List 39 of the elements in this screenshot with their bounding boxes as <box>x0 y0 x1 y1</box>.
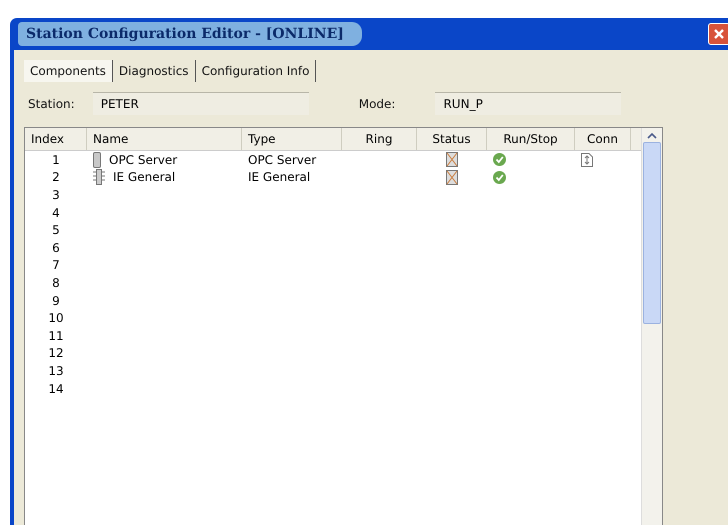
index-cell-text: 7 <box>51 258 61 272</box>
mode-label: Mode: <box>358 96 396 110</box>
scroll-up-icon[interactable] <box>647 132 657 140</box>
column-header[interactable]: Index <box>25 128 87 150</box>
type-text: IE General <box>248 170 310 184</box>
name-text: IE General <box>113 170 176 184</box>
column-header[interactable]: Conn <box>575 128 631 150</box>
tab[interactable]: Components <box>24 60 113 82</box>
tab[interactable]: Diagnostics <box>112 60 196 82</box>
index-cell-text: 12 <box>47 346 65 360</box>
mode-field: RUN_P <box>435 92 622 115</box>
column-header[interactable]: Name <box>87 128 242 150</box>
index-cell-text: 3 <box>51 188 61 202</box>
column-header[interactable]: Ring <box>342 128 417 150</box>
index-cell-text: 9 <box>51 294 61 308</box>
tab[interactable]: Configuration Info <box>196 60 316 82</box>
station-label: Station: <box>28 96 75 110</box>
index-cell-text: 5 <box>51 223 61 238</box>
column-header[interactable]: Run/Stop <box>487 128 575 150</box>
index-cell-text: 1 <box>51 152 61 167</box>
column-header[interactable]: Status <box>417 128 487 150</box>
window-title: Station Configuration Editor - [ONLINE] <box>18 22 362 46</box>
index-cell-text: 14 <box>47 382 65 396</box>
close-button[interactable] <box>708 23 728 45</box>
station-field: PETER <box>92 92 309 115</box>
column-header[interactable]: Type <box>242 128 342 150</box>
scrollbar[interactable] <box>641 128 662 525</box>
index-cell-text: 8 <box>51 276 61 290</box>
index-cell-text: 6 <box>51 240 61 255</box>
index-cell-text: 4 <box>51 206 61 220</box>
index-cell-text: 13 <box>47 364 65 378</box>
name-text: OPC Server <box>109 152 178 167</box>
close-icon <box>713 28 725 40</box>
module-icon <box>93 169 105 186</box>
index-cell-text: 2 <box>51 170 61 184</box>
index-cell-text: 11 <box>47 328 65 343</box>
index-cell-text: 10 <box>47 311 65 326</box>
type-text: OPC Server <box>248 152 316 167</box>
scrollbar-thumb[interactable] <box>643 142 661 324</box>
